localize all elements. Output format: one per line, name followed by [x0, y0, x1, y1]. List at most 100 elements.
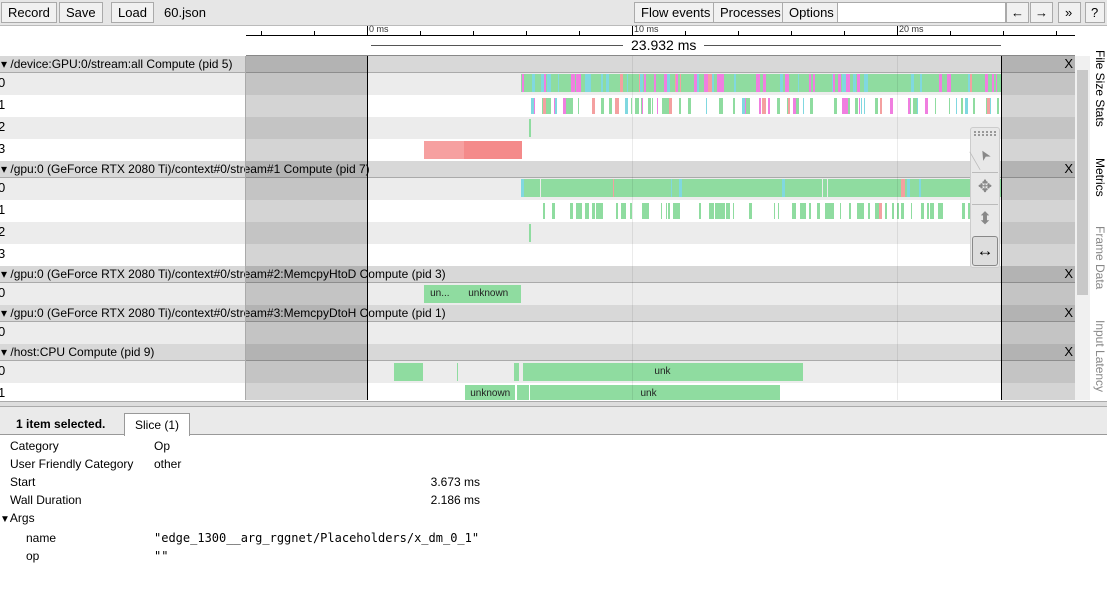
- trace-slice[interactable]: [767, 98, 770, 114]
- trace-slice[interactable]: [600, 203, 604, 219]
- flow-events-button[interactable]: Flow events: [634, 2, 718, 23]
- trace-slice[interactable]: [457, 363, 459, 381]
- thread-row[interactable]: 2: [0, 117, 1075, 139]
- trace-slice[interactable]: [578, 203, 583, 219]
- trace-slice[interactable]: [962, 203, 965, 219]
- trace-slice[interactable]: [773, 203, 775, 219]
- timing-icon[interactable]: ↔: [972, 236, 998, 266]
- trace-slice[interactable]: [666, 203, 668, 219]
- trace-slice[interactable]: [749, 203, 753, 219]
- trace-slice[interactable]: [578, 98, 580, 114]
- trace-slice[interactable]: [601, 98, 605, 114]
- load-button[interactable]: Load: [111, 2, 154, 23]
- trace-slice[interactable]: [669, 98, 672, 114]
- selected-slice[interactable]: [464, 141, 523, 159]
- help-button[interactable]: ?: [1085, 2, 1105, 23]
- trace-slice[interactable]: [609, 98, 612, 114]
- trace-slice[interactable]: [940, 203, 944, 219]
- process-header[interactable]: ▾ /host:CPU Compute (pid 9) X: [0, 344, 1075, 361]
- save-button[interactable]: Save: [59, 2, 103, 23]
- trace-slice[interactable]: [570, 203, 574, 219]
- trace-slice[interactable]: [623, 203, 626, 219]
- thread-row[interactable]: 0: [0, 322, 1075, 344]
- trace-slice[interactable]: [617, 203, 619, 219]
- trace-slice[interactable]: [542, 203, 546, 219]
- find-prev-button[interactable]: ←: [1006, 2, 1029, 23]
- trace-slice[interactable]: unknown: [455, 285, 521, 303]
- trace-slice[interactable]: [858, 98, 860, 114]
- trace-slice[interactable]: [660, 203, 662, 219]
- close-process-button[interactable]: X: [1064, 266, 1073, 282]
- trace-slice[interactable]: [615, 98, 619, 114]
- trace-slice[interactable]: [656, 98, 658, 114]
- trace-slice[interactable]: [972, 98, 975, 114]
- trace-slice[interactable]: [591, 203, 595, 219]
- trace-slice[interactable]: [668, 203, 670, 219]
- range-start-marker[interactable]: [367, 56, 368, 400]
- scrollbar[interactable]: [1075, 56, 1090, 400]
- trace-slice[interactable]: [948, 98, 951, 114]
- trace-slice[interactable]: [960, 98, 963, 114]
- trace-slice[interactable]: [648, 98, 651, 114]
- trace-slice[interactable]: [678, 98, 681, 114]
- trace-slice[interactable]: [879, 203, 883, 219]
- trace-slice[interactable]: [907, 98, 910, 114]
- trace-slice[interactable]: [891, 203, 895, 219]
- process-header[interactable]: ▾ /gpu:0 (GeForce RTX 2080 Ti)/context#0…: [0, 266, 1075, 283]
- expand-button[interactable]: »: [1058, 2, 1081, 23]
- side-tab-metrics[interactable]: Metrics: [1090, 158, 1107, 197]
- selected-slice[interactable]: [423, 141, 465, 159]
- expand-triangle-icon[interactable]: ▾: [1, 306, 10, 320]
- record-button[interactable]: Record: [1, 2, 57, 23]
- trace-slice[interactable]: [840, 203, 842, 219]
- trace-slice[interactable]: [810, 98, 813, 114]
- trace-slice[interactable]: [817, 203, 820, 219]
- trace-slice[interactable]: [652, 98, 654, 114]
- trace-slice[interactable]: [910, 203, 913, 219]
- trace-slice[interactable]: [591, 98, 596, 114]
- trace-slice[interactable]: [803, 203, 807, 219]
- processes-button[interactable]: Processes: [713, 2, 788, 23]
- trace-slice[interactable]: [809, 203, 811, 219]
- trace-slice[interactable]: [548, 98, 551, 114]
- trace-slice[interactable]: [862, 203, 864, 219]
- trace-slice[interactable]: [874, 98, 878, 114]
- trace-slice[interactable]: [925, 98, 929, 114]
- trace-slice[interactable]: [393, 363, 423, 381]
- trace-slice[interactable]: [514, 363, 520, 381]
- trace-slice[interactable]: [792, 203, 796, 219]
- trace-slice[interactable]: [688, 98, 691, 114]
- trace-slice[interactable]: [885, 203, 887, 219]
- trace-slice[interactable]: [533, 98, 535, 114]
- trace-slice[interactable]: [624, 98, 629, 114]
- expand-triangle-icon[interactable]: ▾: [1, 57, 10, 71]
- process-header[interactable]: ▾ /device:GPU:0/stream:all Compute (pid …: [0, 56, 1075, 73]
- trace-slice[interactable]: [861, 98, 863, 114]
- search-input[interactable]: [837, 2, 1006, 23]
- thread-row[interactable]: 3: [0, 139, 1075, 161]
- trace-slice[interactable]: [699, 203, 702, 219]
- track-area[interactable]: ▾ /device:GPU:0/stream:all Compute (pid …: [0, 56, 1075, 400]
- trace-slice[interactable]: [570, 98, 573, 114]
- args-toggle[interactable]: ▼Args: [0, 511, 35, 525]
- thread-row[interactable]: 1: [0, 200, 1075, 222]
- trace-slice[interactable]: [863, 98, 866, 114]
- trace-slice[interactable]: [934, 98, 936, 114]
- trace-slice[interactable]: [964, 98, 968, 114]
- trace-slice[interactable]: [930, 203, 934, 219]
- trace-slice[interactable]: [635, 98, 639, 114]
- trace-slice[interactable]: [855, 98, 858, 114]
- zoom-icon[interactable]: ⬍: [972, 204, 998, 234]
- pan-icon[interactable]: ✥: [972, 172, 998, 202]
- trace-slice[interactable]: [900, 203, 904, 219]
- trace-slice[interactable]: [795, 98, 800, 114]
- options-button[interactable]: Options: [782, 2, 841, 23]
- drag-handle[interactable]: [974, 131, 996, 136]
- trace-slice[interactable]: [880, 98, 883, 114]
- close-process-button[interactable]: X: [1064, 344, 1073, 360]
- trace-slice[interactable]: [749, 98, 751, 114]
- trace-slice[interactable]: [762, 98, 766, 114]
- trace-slice[interactable]: [732, 203, 734, 219]
- thread-row[interactable]: 3: [0, 244, 1075, 266]
- trace-slice[interactable]: [732, 98, 736, 114]
